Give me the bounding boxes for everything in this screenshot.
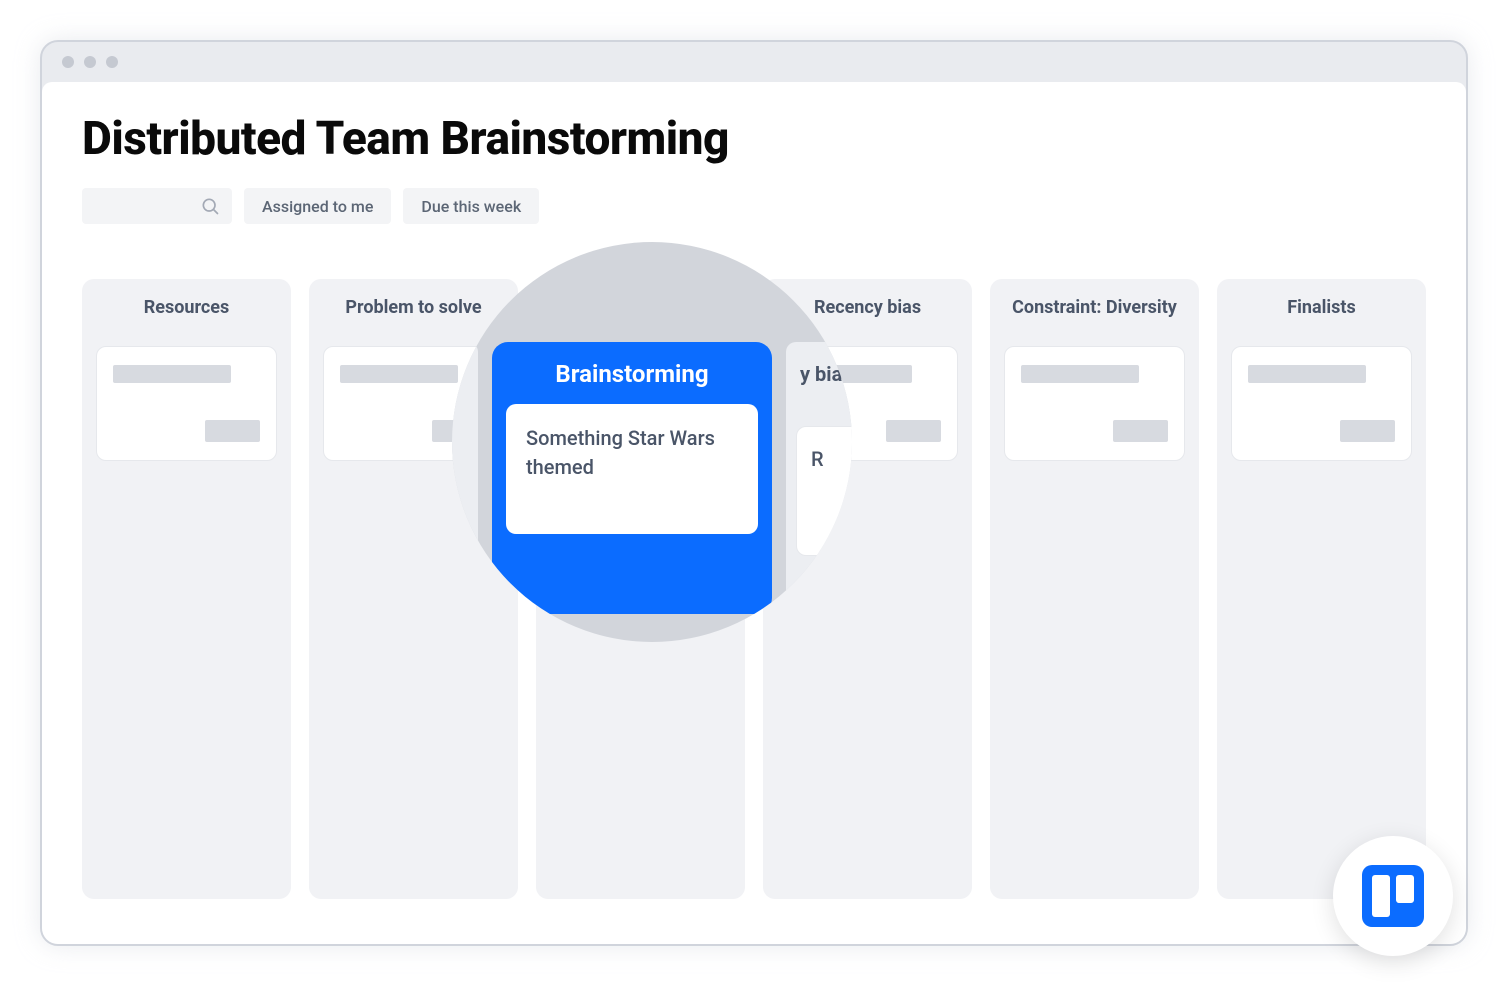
column-title: Constraint: Diversity — [1004, 297, 1185, 318]
filter-bar: Assigned to me Due this week — [82, 188, 1426, 224]
placeholder-line — [1248, 365, 1366, 383]
card-placeholder[interactable] — [1231, 346, 1412, 461]
column-recency-bias[interactable]: Recency bias — [763, 279, 972, 899]
board-view: Distributed Team Brainstorming Assigned … — [42, 82, 1466, 944]
browser-window: Distributed Team Brainstorming Assigned … — [40, 40, 1468, 946]
card-placeholder[interactable] — [777, 346, 958, 461]
column-title: Brainstorming — [550, 297, 731, 318]
filter-due-this-week[interactable]: Due this week — [403, 188, 539, 224]
placeholder-badge — [659, 420, 714, 442]
column-resources[interactable]: Resources — [82, 279, 291, 899]
column-brainstorming[interactable]: Brainstorming — [536, 279, 745, 899]
placeholder-line — [113, 365, 231, 383]
page-title: Distributed Team Brainstorming — [82, 112, 1426, 166]
column-title: Problem to solve — [323, 297, 504, 318]
placeholder-line — [794, 365, 912, 383]
column-title: Recency bias — [777, 297, 958, 318]
column-problem-to-solve[interactable]: Problem to solve — [309, 279, 518, 899]
placeholder-line — [567, 494, 685, 512]
placeholder-badge — [1340, 420, 1395, 442]
placeholder-badge — [1113, 420, 1168, 442]
app-badge[interactable] — [1333, 836, 1453, 956]
column-constraint-diversity[interactable]: Constraint: Diversity — [990, 279, 1199, 899]
column-title: Resources — [96, 297, 277, 318]
card-placeholder[interactable] — [550, 475, 731, 590]
window-dot-close[interactable] — [62, 56, 74, 68]
placeholder-line — [567, 365, 685, 383]
placeholder-line — [340, 365, 458, 383]
placeholder-badge — [886, 420, 941, 442]
card-placeholder[interactable] — [550, 346, 731, 461]
search-input[interactable] — [82, 188, 232, 224]
trello-icon — [1362, 865, 1424, 927]
window-dot-zoom[interactable] — [106, 56, 118, 68]
placeholder-line — [1021, 365, 1139, 383]
window-titlebar — [42, 42, 1466, 82]
column-finalists[interactable]: Finalists — [1217, 279, 1426, 899]
window-dot-minimize[interactable] — [84, 56, 96, 68]
placeholder-badge — [205, 420, 260, 442]
search-icon — [200, 196, 220, 216]
card-placeholder[interactable] — [1004, 346, 1185, 461]
placeholder-badge — [659, 549, 714, 571]
kanban-board: Resources Problem to solve Brainstorming — [82, 279, 1426, 899]
card-placeholder[interactable] — [323, 346, 504, 461]
placeholder-badge — [432, 420, 487, 442]
filter-assigned-to-me[interactable]: Assigned to me — [244, 188, 391, 224]
card-placeholder[interactable] — [96, 346, 277, 461]
column-title: Finalists — [1231, 297, 1412, 318]
